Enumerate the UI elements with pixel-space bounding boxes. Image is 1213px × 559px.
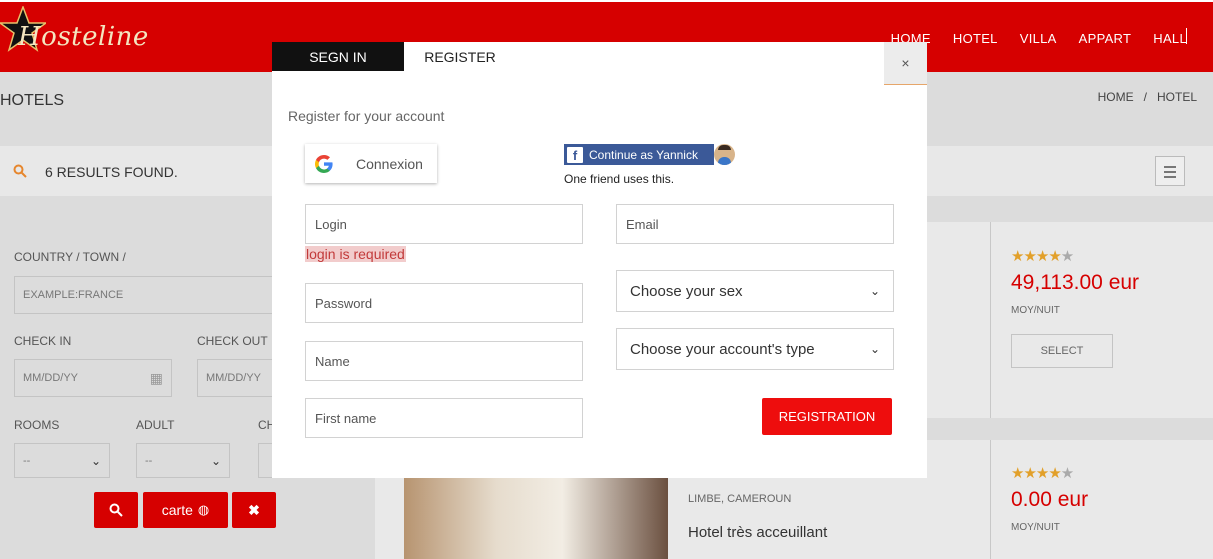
email-field[interactable]: Email bbox=[616, 204, 894, 244]
hotel-card-price-panel: ★★★★★ 49,113.00 eur MOY/NUIT SELECT bbox=[990, 222, 1213, 418]
name-field[interactable]: Name bbox=[305, 341, 583, 381]
star-icon: ★★★★ bbox=[1011, 465, 1062, 482]
search-icon bbox=[13, 164, 27, 178]
account-type-select-value: Choose your account's type bbox=[630, 340, 815, 358]
hotel-photo[interactable] bbox=[404, 478, 668, 559]
list-icon-line bbox=[1164, 166, 1176, 168]
price-unit: MOY/NUIT bbox=[1011, 305, 1060, 316]
checkout-label: CHECK OUT bbox=[197, 334, 268, 348]
close-icon: × bbox=[901, 55, 910, 71]
login-field[interactable]: Login bbox=[305, 204, 583, 244]
adult-select[interactable]: -- ⌄ bbox=[136, 443, 230, 478]
adult-value: -- bbox=[145, 454, 153, 467]
globe-icon: ◍ bbox=[197, 502, 210, 517]
google-signin-button[interactable]: Connexion bbox=[305, 144, 437, 183]
hotel-title[interactable]: Hotel très acceuillant bbox=[688, 524, 827, 541]
checkout-input[interactable]: MM/DD/YY bbox=[197, 359, 277, 397]
first-name-field[interactable]: First name bbox=[305, 398, 583, 438]
facebook-icon: f bbox=[567, 146, 583, 163]
calendar-icon: ▦ bbox=[149, 369, 163, 386]
registration-button[interactable]: REGISTRATION bbox=[762, 398, 892, 435]
search-button[interactable] bbox=[94, 492, 138, 528]
facebook-signin-label: Continue as Yannick bbox=[589, 147, 698, 162]
results-count: 6 RESULTS FOUND. bbox=[45, 164, 178, 180]
sex-select-value: Choose your sex bbox=[630, 282, 743, 300]
nav-hotel[interactable]: HOTEL bbox=[953, 31, 998, 46]
rooms-label: ROOMS bbox=[14, 418, 60, 432]
close-icon: ✖ bbox=[248, 501, 260, 518]
google-icon bbox=[315, 154, 333, 173]
map-button-label: carte bbox=[161, 502, 193, 518]
chevron-down-icon: ⌄ bbox=[869, 342, 880, 356]
password-field[interactable]: Password bbox=[305, 283, 583, 323]
account-type-select[interactable]: Choose your account's type ⌄ bbox=[616, 328, 894, 370]
hotel-price: 49,113.00 eur bbox=[1011, 271, 1140, 294]
chevron-down-icon: ⌄ bbox=[90, 453, 101, 468]
login-error: login is required bbox=[305, 246, 406, 262]
logo-text: Hosteline bbox=[18, 22, 149, 52]
facebook-friends-text: One friend uses this. bbox=[564, 172, 675, 186]
breadcrumb-hotel: HOTEL bbox=[1156, 90, 1197, 104]
modal-tabs: SEGN IN REGISTER bbox=[272, 42, 516, 71]
tab-sign-in[interactable]: SEGN IN bbox=[272, 42, 404, 71]
close-modal-button[interactable]: × bbox=[884, 42, 927, 85]
adult-label: ADULT bbox=[136, 418, 175, 432]
sex-select[interactable]: Choose your sex ⌄ bbox=[616, 270, 894, 312]
star-empty-icon: ★ bbox=[1060, 465, 1074, 482]
checkin-input[interactable]: MM/DD/YY ▦ bbox=[14, 359, 172, 397]
tab-register[interactable]: REGISTER bbox=[404, 42, 516, 71]
star-icon: ★★★★ bbox=[1011, 248, 1062, 265]
rooms-select[interactable]: -- ⌄ bbox=[14, 443, 110, 478]
google-signin-label: Connexion bbox=[356, 155, 423, 172]
star-empty-icon: ★ bbox=[1060, 248, 1074, 265]
nav-villa[interactable]: VILLA bbox=[1020, 31, 1057, 46]
list-icon-line bbox=[1164, 171, 1176, 173]
price-unit: MOY/NUIT bbox=[1011, 522, 1060, 533]
register-modal: SEGN IN REGISTER × Register for your acc… bbox=[272, 42, 927, 478]
hotel-price: 0.00 eur bbox=[1011, 488, 1089, 511]
rating-stars: ★★★★★ bbox=[1011, 464, 1213, 482]
chevron-down-icon: ⌄ bbox=[210, 453, 221, 468]
breadcrumb-separator: / bbox=[1143, 90, 1147, 104]
search-icon bbox=[109, 503, 123, 517]
logo[interactable]: Hosteline bbox=[0, 2, 150, 64]
header-top-line bbox=[0, 0, 1213, 2]
avatar bbox=[714, 144, 735, 165]
list-icon-line bbox=[1164, 176, 1176, 178]
map-button[interactable]: carte ◍ bbox=[143, 492, 228, 528]
nav-hall[interactable]: HALL bbox=[1153, 31, 1187, 46]
facebook-signin-button[interactable]: f Continue as Yannick bbox=[564, 144, 714, 165]
breadcrumb-home[interactable]: HOME bbox=[1098, 90, 1134, 104]
chevron-down-icon: ⌄ bbox=[869, 284, 880, 298]
checkin-placeholder: MM/DD/YY bbox=[23, 372, 78, 384]
page-title: HOTELS bbox=[0, 92, 65, 109]
hotel-card-price-panel: ★★★★★ 0.00 eur MOY/NUIT bbox=[990, 440, 1213, 559]
country-input[interactable]: EXAMPLE:FRANCE bbox=[14, 276, 284, 314]
nav-divider bbox=[1186, 28, 1187, 44]
hotel-location: LIMBE, CAMEROUN bbox=[688, 493, 792, 505]
rooms-value: -- bbox=[23, 454, 31, 467]
nav-appart[interactable]: APPART bbox=[1079, 31, 1132, 46]
clear-filters-button[interactable]: ✖ bbox=[232, 492, 276, 528]
checkin-label: CHECK IN bbox=[14, 334, 72, 348]
list-view-button[interactable] bbox=[1155, 156, 1185, 186]
rating-stars: ★★★★★ bbox=[1011, 247, 1213, 265]
country-label: COUNTRY / TOWN / bbox=[14, 250, 126, 264]
select-hotel-button[interactable]: SELECT bbox=[1011, 334, 1113, 368]
modal-subtitle: Register for your account bbox=[288, 108, 445, 124]
breadcrumb: HOME / HOTEL bbox=[1098, 90, 1197, 104]
